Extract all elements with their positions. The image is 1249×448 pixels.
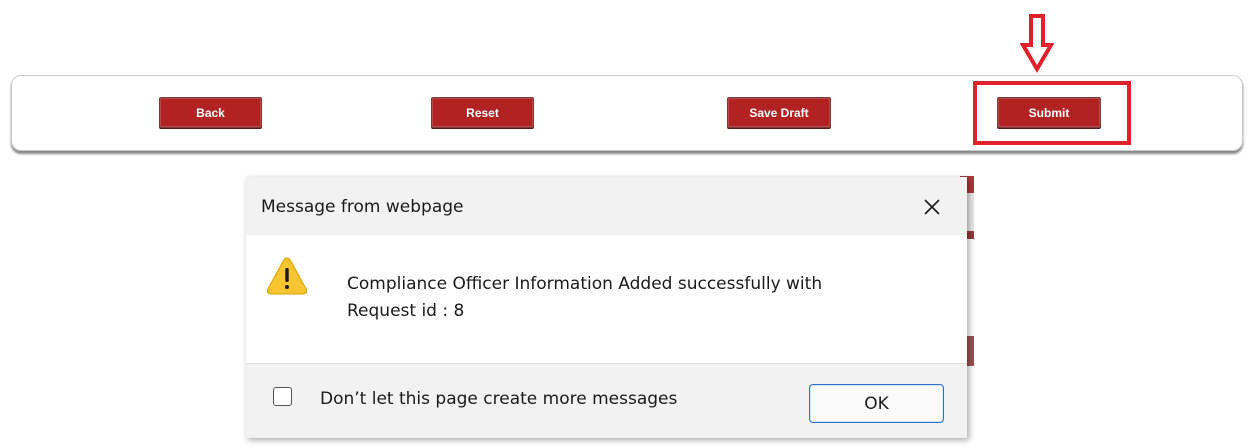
- close-icon: [924, 199, 940, 215]
- back-button[interactable]: Back: [159, 97, 262, 128]
- dialog-footer: Don’t let this page create more messages…: [246, 363, 967, 438]
- ok-button[interactable]: OK: [809, 384, 944, 423]
- dialog-title-bar: Message from webpage: [246, 177, 967, 235]
- submit-button[interactable]: Submit: [997, 97, 1101, 128]
- message-dialog: Message from webpage Compliance Officer …: [246, 177, 967, 438]
- reset-button[interactable]: Reset: [431, 97, 534, 128]
- save-draft-button[interactable]: Save Draft: [727, 97, 831, 128]
- suppress-messages-label[interactable]: Don’t let this page create more messages: [320, 389, 677, 409]
- suppress-messages-checkbox[interactable]: [273, 387, 292, 406]
- dialog-body: Compliance Officer Information Added suc…: [246, 235, 967, 363]
- warning-icon: [266, 257, 308, 295]
- dialog-title: Message from webpage: [261, 197, 464, 217]
- action-toolbar: Back Reset Save Draft Submit: [11, 75, 1243, 151]
- dialog-message-line2: Request id : 8: [347, 301, 465, 321]
- dialog-message-line1: Compliance Officer Information Added suc…: [347, 274, 823, 294]
- down-arrow-icon: [1020, 14, 1054, 73]
- close-button[interactable]: [918, 193, 946, 221]
- page: Back Reset Save Draft Submit Message fro…: [0, 0, 1249, 448]
- dialog-message: Compliance Officer Information Added suc…: [347, 271, 952, 325]
